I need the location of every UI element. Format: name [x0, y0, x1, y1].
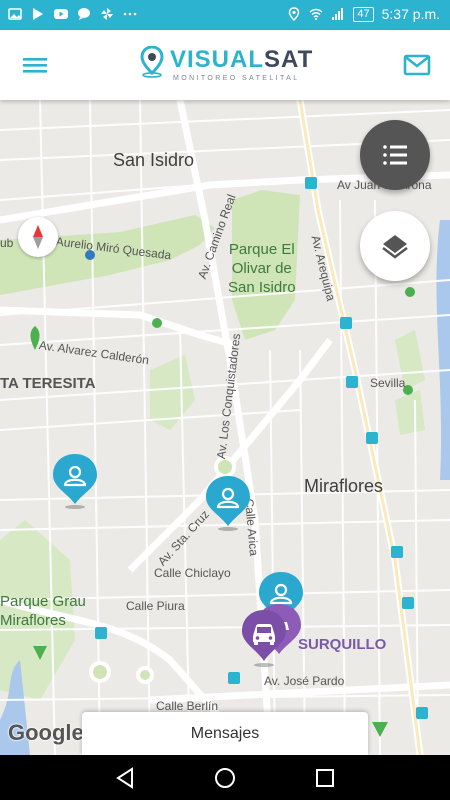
map-label-calle-chiclayo: Calle Chiclayo	[154, 566, 231, 580]
status-right: 47 5:37 p.m.	[287, 6, 440, 22]
pinwheel-icon	[101, 8, 113, 20]
person-marker[interactable]	[204, 474, 252, 537]
menu-icon[interactable]	[18, 50, 52, 80]
compass-button[interactable]	[18, 217, 58, 257]
layers-icon	[382, 235, 408, 259]
map-label-san-isidro: San Isidro	[113, 150, 195, 170]
map-label-surquillo: SURQUILLO	[298, 636, 387, 653]
youtube-icon	[54, 9, 68, 19]
list-button[interactable]	[360, 120, 430, 190]
location-icon	[289, 7, 300, 21]
more-dots-icon	[123, 12, 137, 16]
map-label-parque-grau: Parque Grau Miraflores	[0, 593, 86, 629]
battery-icon: 47	[353, 6, 374, 22]
layers-button[interactable]	[360, 211, 430, 281]
status-left-icons	[8, 7, 137, 21]
wifi-icon	[309, 8, 323, 20]
map-label-calle-piura: Calle Piura	[126, 599, 185, 613]
person-marker-icon	[53, 454, 97, 509]
chat-icon	[78, 8, 90, 20]
map-label-ub: ub	[0, 236, 14, 250]
status-time: 5:37 p.m.	[381, 6, 440, 22]
system-nav-bar	[0, 755, 450, 800]
gallery-icon	[8, 8, 22, 20]
map-label-calle-berlin: Calle Berlín	[156, 699, 219, 713]
signal-icon	[332, 8, 344, 20]
map-label-av-jose-pardo: Av. José Pardo	[264, 674, 345, 688]
map-label-parque-olivar: Parque El Olivar de San Isidro	[228, 241, 296, 296]
brand-name: VISUALSAT	[170, 46, 314, 73]
map-label-santa-teresita: TA TERESITA	[0, 375, 96, 392]
mail-icon[interactable]	[400, 50, 434, 80]
list-icon	[383, 145, 407, 165]
person-marker-icon	[206, 476, 250, 531]
google-logo: Google	[8, 720, 84, 745]
app-bar: VISUALSAT MONITOREO SATELITAL	[0, 30, 450, 100]
compass-icon	[33, 225, 43, 249]
home-icon[interactable]	[212, 765, 238, 791]
back-icon[interactable]	[112, 765, 138, 791]
map-label-sevilla: Sevilla	[370, 376, 406, 390]
car-marker-icon	[242, 610, 286, 667]
messages-button[interactable]: Mensajes	[82, 712, 368, 755]
vehicle-marker[interactable]	[240, 608, 288, 673]
status-bar: 47 5:37 p.m.	[0, 0, 450, 30]
brand-logo: VISUALSAT MONITOREO SATELITAL	[140, 44, 315, 88]
recents-icon[interactable]	[312, 765, 338, 791]
brand-tagline: MONITOREO SATELITAL	[173, 75, 300, 82]
play-icon	[33, 8, 43, 20]
person-marker[interactable]	[51, 452, 99, 515]
map-label-miraflores: Miraflores	[304, 476, 384, 496]
map-view[interactable]: San Isidro Av Juan de Arona Av. Aurelio …	[0, 100, 450, 755]
logo-pin-icon	[140, 46, 164, 78]
